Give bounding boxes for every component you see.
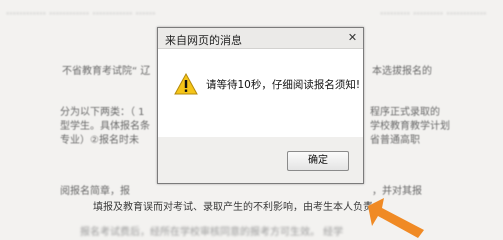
warning-icon — [174, 73, 198, 95]
bg-text-line: ，并对其报 — [372, 186, 422, 197]
pointer-arrow-icon — [368, 198, 424, 238]
dialog-titlebar[interactable]: 来自网页的消息 ✕ — [158, 28, 363, 49]
dialog-button-area: 确定 — [158, 137, 363, 183]
bg-text-line: 型学生。具体报名条 — [60, 121, 150, 132]
bg-text-line: ………… ………… ………… …… — [6, 6, 156, 17]
bg-text-line: 本选拔报名的 — [372, 66, 432, 77]
bg-text-line: 省普通高职 — [370, 135, 420, 146]
message-dialog: 来自网页的消息 ✕ 请等待10秒，仔细阅读报名须知! 确定 — [157, 27, 364, 184]
bg-text-line: 专业）②报名时未 — [60, 135, 139, 146]
bg-text-line: 阅报名简章，报 — [60, 186, 130, 197]
dialog-message: 请等待10秒，仔细阅读报名须知! — [206, 79, 361, 91]
bg-text-line: 不省教育考试院“ 辽 — [62, 66, 151, 77]
bg-text-line: 填报及教育误而对考试、录取产生的不利影响，由考生本人负责。 — [93, 202, 383, 213]
dialog-title: 来自网页的消息 — [165, 34, 242, 47]
ok-button[interactable]: 确定 — [287, 151, 349, 171]
bg-text-line: 程序正式录取的 — [370, 107, 440, 118]
bg-text-line: 学校教育教学计划 — [370, 121, 450, 132]
dialog-body: 请等待10秒，仔细阅读报名须知! — [158, 49, 363, 137]
close-button[interactable]: ✕ — [345, 31, 360, 44]
bg-text-line: 分为以下两类：（ 1 — [60, 107, 145, 118]
bg-text-line: 报名考试费后，经所在学校审核同意的报考方可生效。 经学 — [80, 227, 344, 238]
bg-text-line: ……… ……… ………… — [380, 6, 487, 17]
